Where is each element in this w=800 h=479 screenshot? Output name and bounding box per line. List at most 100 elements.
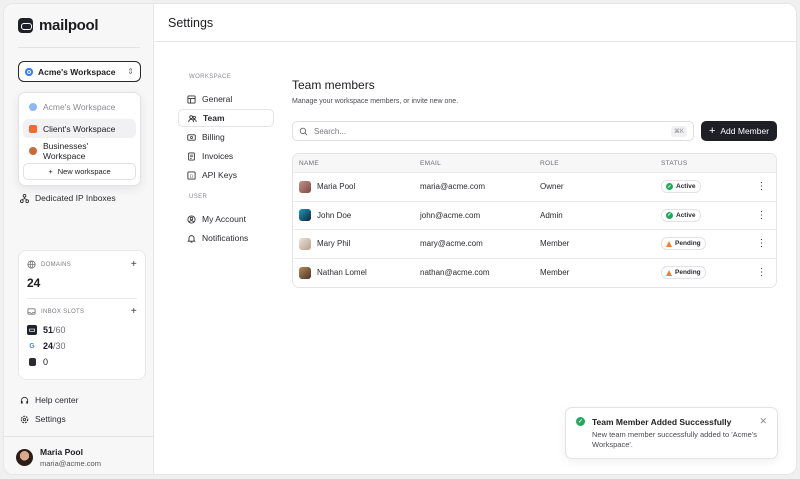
workspace-option-client[interactable]: Client's Workspace <box>23 119 136 138</box>
app-window: mailpool Acme's Workspace ⇕ Acme's Works… <box>3 3 797 475</box>
table-row[interactable]: Nathan Lomel nathan@acme.com Member Pend… <box>293 259 776 288</box>
name-cell: Mary Phil <box>293 237 414 250</box>
search-input[interactable]: Search... ⌘K <box>292 121 694 141</box>
member-name: John Doe <box>317 210 352 220</box>
slot-total: /60 <box>53 325 66 335</box>
workspace-icon <box>29 146 37 155</box>
status-cell: ✓ Active <box>655 180 745 194</box>
nav-label: API Keys <box>202 170 237 180</box>
logo-text: mailpool <box>39 17 99 34</box>
settings-nav: WORKSPACE General Team Billing Invoices … <box>178 74 274 248</box>
logo[interactable]: mailpool <box>18 17 99 34</box>
status-label: Active <box>676 211 696 219</box>
workspace-option-label: Client's Workspace <box>43 123 116 134</box>
add-member-button[interactable]: + Add Member <box>701 121 777 141</box>
add-inbox-slot-button[interactable]: + <box>131 306 137 317</box>
status-cell: Pending <box>655 237 745 251</box>
bell-icon <box>187 234 196 243</box>
section-label-workspace: WORKSPACE <box>189 74 232 80</box>
plus-icon: + <box>708 125 716 137</box>
section-label-user: USER <box>189 194 208 200</box>
sidebar-item-dedicated-ip-inboxes[interactable]: Dedicated IP Inboxes <box>20 193 116 203</box>
slot-used: 24 <box>43 341 54 351</box>
settings-nav-api-keys[interactable]: {} API Keys <box>178 166 274 184</box>
sidebar-item-settings[interactable]: Settings <box>20 414 66 424</box>
divider <box>18 47 140 48</box>
slot-used: 51 <box>43 325 54 335</box>
workspace-option-acme[interactable]: Acme's Workspace <box>23 97 136 116</box>
nav-label: Notifications <box>202 233 249 243</box>
member-name: Nathan Lomel <box>317 268 367 278</box>
globe-icon <box>27 260 36 269</box>
settings-nav-notifications[interactable]: Notifications <box>178 229 274 247</box>
divider <box>4 436 154 437</box>
success-toast: ✓ Team Member Added Successfully ✕ New t… <box>565 407 778 459</box>
users-icon <box>188 114 197 122</box>
more-options-icon[interactable]: ⋮ <box>745 267 776 278</box>
user-name: Maria Pool <box>40 447 83 457</box>
section-title: Team members <box>292 78 375 92</box>
slot-row-mailpool: ▭ 51/60 <box>27 325 137 335</box>
more-options-icon[interactable]: ⋮ <box>745 238 776 249</box>
status-label: Pending <box>675 240 701 248</box>
status-badge: Pending <box>661 266 706 280</box>
more-options-icon[interactable]: ⋮ <box>745 210 776 221</box>
plus-icon: + <box>48 167 53 176</box>
layout-icon <box>187 94 196 104</box>
workspace-dropdown: Acme's Workspace Client's Workspace Busi… <box>18 92 141 186</box>
domains-header: DOMAINS + <box>27 259 137 270</box>
settings-nav-general[interactable]: General <box>178 90 274 108</box>
new-workspace-button[interactable]: + New workspace <box>23 163 136 180</box>
user-email: maria@acme.com <box>40 459 101 468</box>
status-label: Active <box>676 183 696 191</box>
nav-label: My Account <box>202 214 246 224</box>
inbox-slots-label: INBOX SLOTS <box>41 308 85 315</box>
add-domain-button[interactable]: + <box>131 259 137 270</box>
workspace-option-label: Acme's Workspace <box>43 101 116 112</box>
avatar <box>299 209 311 222</box>
table-row[interactable]: John Doe john@acme.com Admin ✓ Active ⋮ <box>293 202 776 230</box>
sidebar-item-help-center[interactable]: Help center <box>20 395 78 405</box>
member-name: Maria Pool <box>317 182 356 192</box>
mailpool-icon: ▭ <box>27 325 37 335</box>
search-shortcut: ⌘K <box>670 125 687 137</box>
settings-nav-my-account[interactable]: My Account <box>178 210 274 228</box>
member-name: Mary Phil <box>317 239 351 249</box>
usage-card: DOMAINS + 24 INBOX SLOTS + ▭ 51/60 G 24/… <box>18 250 146 380</box>
search-placeholder: Search... <box>314 126 347 136</box>
inbox-slots-header: INBOX SLOTS + <box>27 306 137 317</box>
close-icon[interactable]: ✕ <box>759 416 767 427</box>
status-badge: ✓ Active <box>661 208 701 222</box>
name-cell: Maria Pool <box>293 180 414 193</box>
workspace-option-businesses[interactable]: Businesses' Workspace <box>23 141 136 161</box>
column-header-status: STATUS <box>661 159 688 167</box>
status-cell: Pending <box>655 266 745 280</box>
member-role: Member <box>540 239 570 249</box>
slot-used: 0 <box>43 357 49 367</box>
column-header-role: ROLE <box>540 159 559 167</box>
more-options-icon[interactable]: ⋮ <box>745 181 776 192</box>
nav-label: Invoices <box>202 151 234 161</box>
table-row[interactable]: Mary Phil mary@acme.com Member Pending ⋮ <box>293 230 776 259</box>
name-cell: Nathan Lomel <box>293 266 414 279</box>
page-title: Settings <box>168 15 214 30</box>
settings-nav-billing[interactable]: Billing <box>178 128 274 146</box>
table-row[interactable]: Maria Pool maria@acme.com Owner ✓ Active … <box>293 173 776 202</box>
nav-label: Team <box>203 113 225 123</box>
member-email: john@acme.com <box>420 210 481 220</box>
chevron-updown-icon: ⇕ <box>127 67 134 76</box>
add-member-label: Add Member <box>720 126 770 136</box>
member-email: maria@acme.com <box>420 182 486 192</box>
workspace-icon <box>29 124 37 133</box>
domains-count: 24 <box>27 276 41 290</box>
workspace-selected-label: Acme's Workspace <box>38 66 116 77</box>
team-table: NAME EMAIL ROLE STATUS Maria Pool maria@… <box>292 153 777 288</box>
settings-nav-team[interactable]: Team <box>178 109 274 127</box>
workspace-select[interactable]: Acme's Workspace ⇕ <box>18 61 141 82</box>
team-panel: Team members Manage your workspace membe… <box>292 78 777 288</box>
slot-row-microsoft: 0 <box>27 357 137 367</box>
user-profile[interactable]: Maria Pool maria@acme.com <box>16 447 101 468</box>
toast-title: Team Member Added Successfully <box>592 416 732 427</box>
credit-card-icon <box>187 133 196 141</box>
settings-nav-invoices[interactable]: Invoices <box>178 147 274 165</box>
